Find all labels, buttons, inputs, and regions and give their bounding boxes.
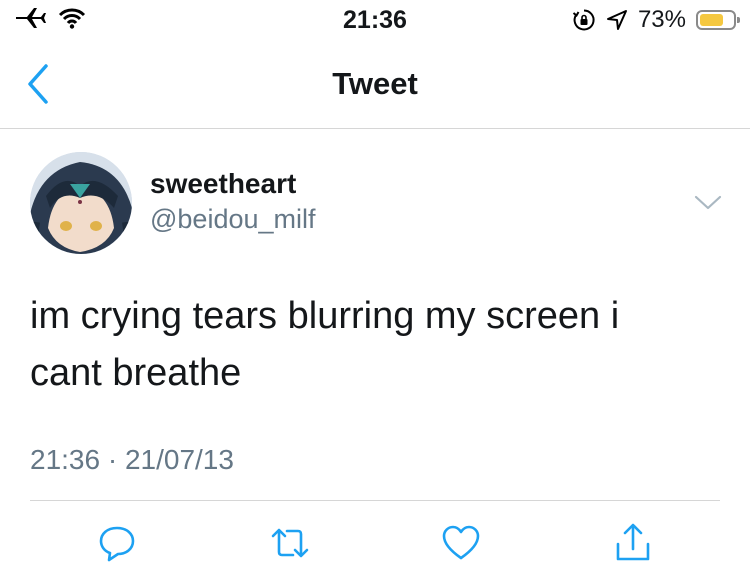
avatar-image <box>30 152 132 254</box>
like-button[interactable] <box>440 522 482 564</box>
nav-bar: Tweet <box>0 40 750 129</box>
retweet-icon <box>271 528 309 558</box>
location-arrow-icon <box>606 10 627 30</box>
username-handle[interactable]: @beidou_milf <box>150 204 316 235</box>
status-bar: 21:36 73% <box>0 0 750 40</box>
tweet-text-line: im crying tears blurring my screen i <box>30 295 620 337</box>
chevron-down-icon <box>694 195 722 210</box>
orientation-lock-icon <box>572 9 595 31</box>
battery-percent: 73% <box>637 6 686 33</box>
share-icon <box>616 523 650 561</box>
tweet-timestamp: 21:36 · 21/07/13 <box>30 444 234 475</box>
tweet-text-line: cant breathe <box>30 352 242 394</box>
status-right-icons: 73% <box>572 6 740 34</box>
tweet-text: im crying tears blurring my screen i can… <box>30 288 720 402</box>
more-options-button[interactable] <box>692 192 724 214</box>
display-name[interactable]: sweetheart <box>150 168 296 200</box>
reply-icon <box>99 526 135 562</box>
share-button[interactable] <box>612 522 654 564</box>
like-icon <box>442 525 480 560</box>
page-title: Tweet <box>332 66 418 101</box>
battery-nub <box>737 17 740 23</box>
battery-level-fill <box>700 14 723 26</box>
tweet-actions <box>0 522 750 564</box>
divider <box>30 500 720 501</box>
retweet-button[interactable] <box>269 522 311 564</box>
battery-icon <box>696 10 740 30</box>
reply-button[interactable] <box>96 522 138 564</box>
avatar[interactable] <box>30 152 132 254</box>
